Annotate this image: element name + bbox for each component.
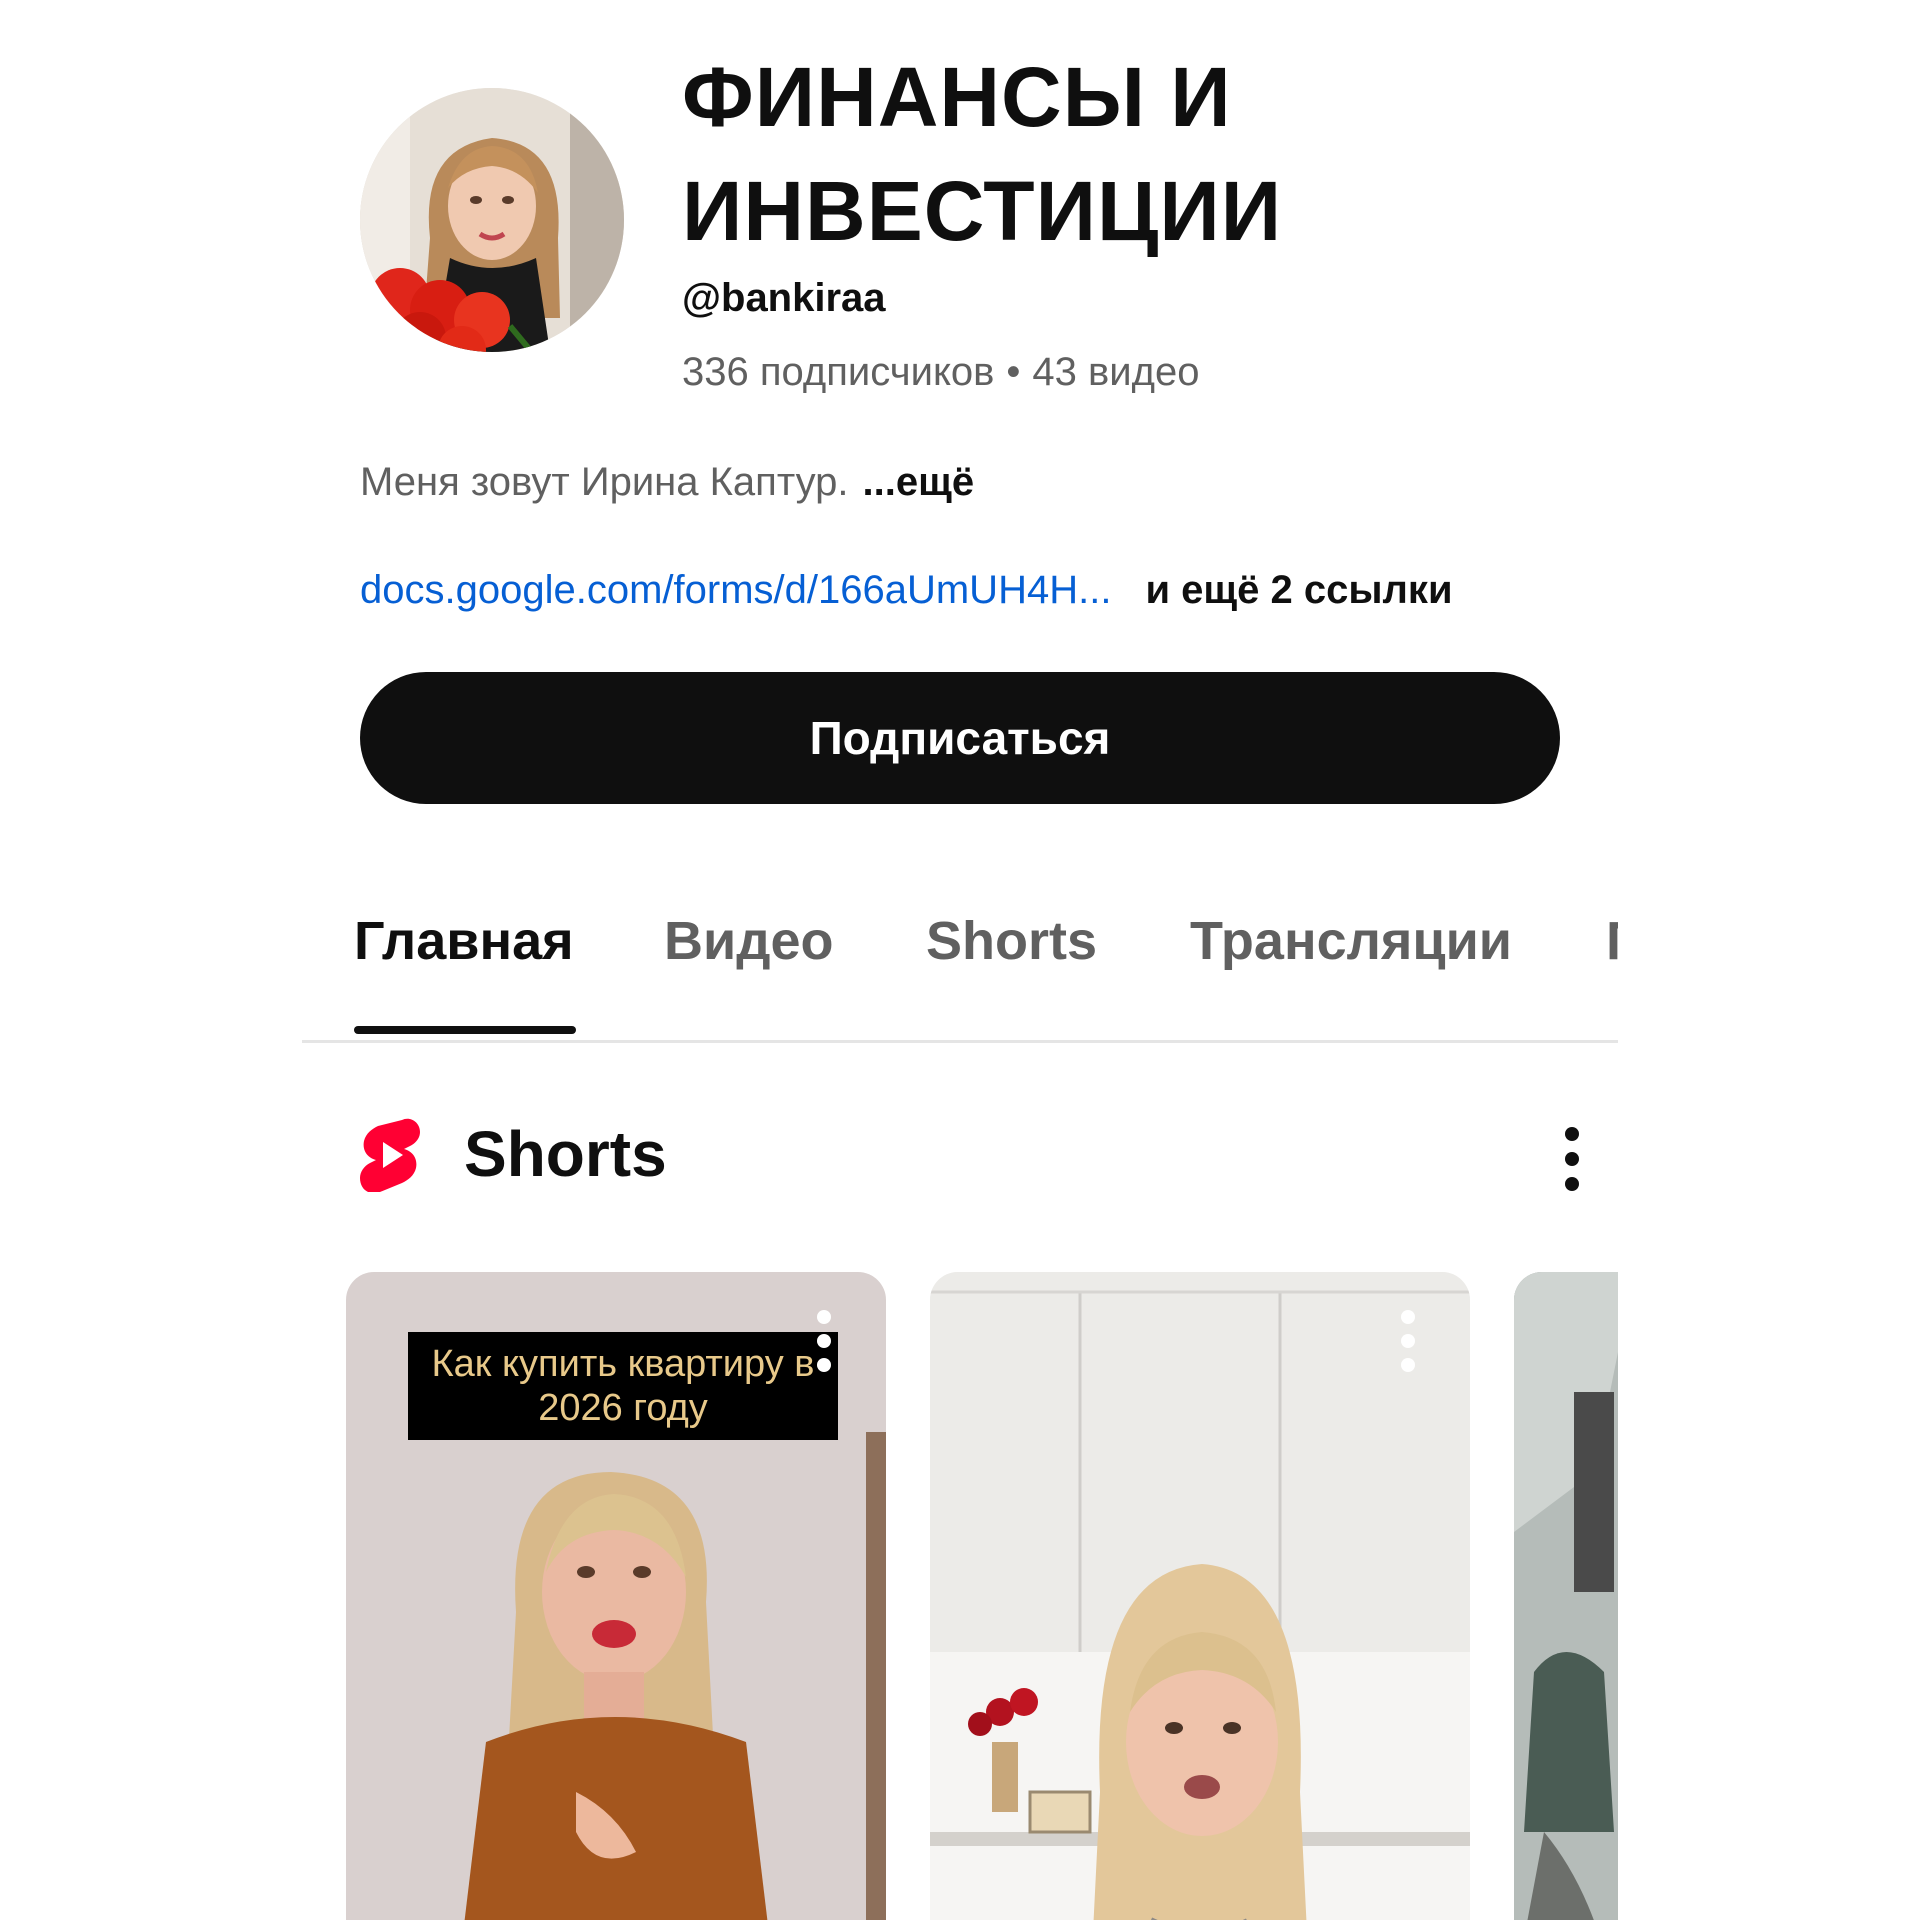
tab-playlists[interactable]: Плейлисты — [1606, 910, 1618, 972]
channel-page: ФИНАНСЫ И ИНВЕСТИЦИИ @bankiraa 336 подпи… — [0, 0, 1920, 1920]
channel-avatar[interactable] — [360, 88, 624, 352]
channel-tabs: Главная Видео Shorts Трансляции Плейлист… — [302, 880, 1618, 1043]
more-vert-icon[interactable] — [814, 1308, 834, 1374]
more-vert-icon[interactable] — [1398, 1308, 1418, 1374]
active-tab-indicator — [354, 1026, 576, 1034]
more-links-button[interactable]: и ещё 2 ссылки — [1145, 568, 1452, 612]
avatar-photo — [360, 88, 624, 352]
short-card[interactable]: Как купить квартиру в 2026 году — [346, 1272, 886, 1920]
channel-title: ФИНАНСЫ И ИНВЕСТИЦИИ — [682, 50, 1283, 258]
tab-shorts[interactable]: Shorts — [926, 910, 1097, 972]
external-link[interactable]: docs.google.com/forms/d/166aUmUH4H... — [360, 568, 1111, 612]
short-card[interactable] — [930, 1272, 1470, 1920]
description-more-link[interactable]: ...ещё — [863, 460, 975, 504]
channel-links: docs.google.com/forms/d/166aUmUH4H... и е… — [360, 568, 1453, 613]
short-card[interactable] — [1514, 1272, 1618, 1920]
subscribe-button[interactable]: Подписаться — [360, 672, 1560, 804]
video-count: 43 видео — [1032, 350, 1200, 394]
shorts-section-title: Shorts — [464, 1118, 667, 1190]
short-thumbnail — [1514, 1272, 1618, 1920]
shorts-shelf: Как купить квартиру в 2026 году — [346, 1272, 1618, 1920]
tab-videos[interactable]: Видео — [664, 910, 834, 972]
tab-home[interactable]: Главная — [354, 910, 574, 972]
shorts-section-header: Shorts — [358, 1114, 667, 1194]
subscriber-count: 336 подписчиков — [682, 350, 995, 394]
stats-separator: • — [1006, 350, 1021, 394]
more-vert-icon[interactable] — [1548, 1124, 1596, 1194]
shorts-logo-icon — [360, 1118, 420, 1192]
short-caption: Как купить квартиру в 2026 году — [408, 1332, 838, 1440]
channel-description[interactable]: Меня зовут Ирина Каптур. ...ещё — [360, 460, 974, 505]
channel-handle: @bankiraa — [682, 276, 886, 320]
tab-live[interactable]: Трансляции — [1190, 910, 1512, 972]
description-text: Меня зовут Ирина Каптур. — [360, 460, 849, 504]
channel-stats: 336 подписчиков • 43 видео — [682, 350, 1199, 395]
short-thumbnail — [930, 1272, 1470, 1920]
